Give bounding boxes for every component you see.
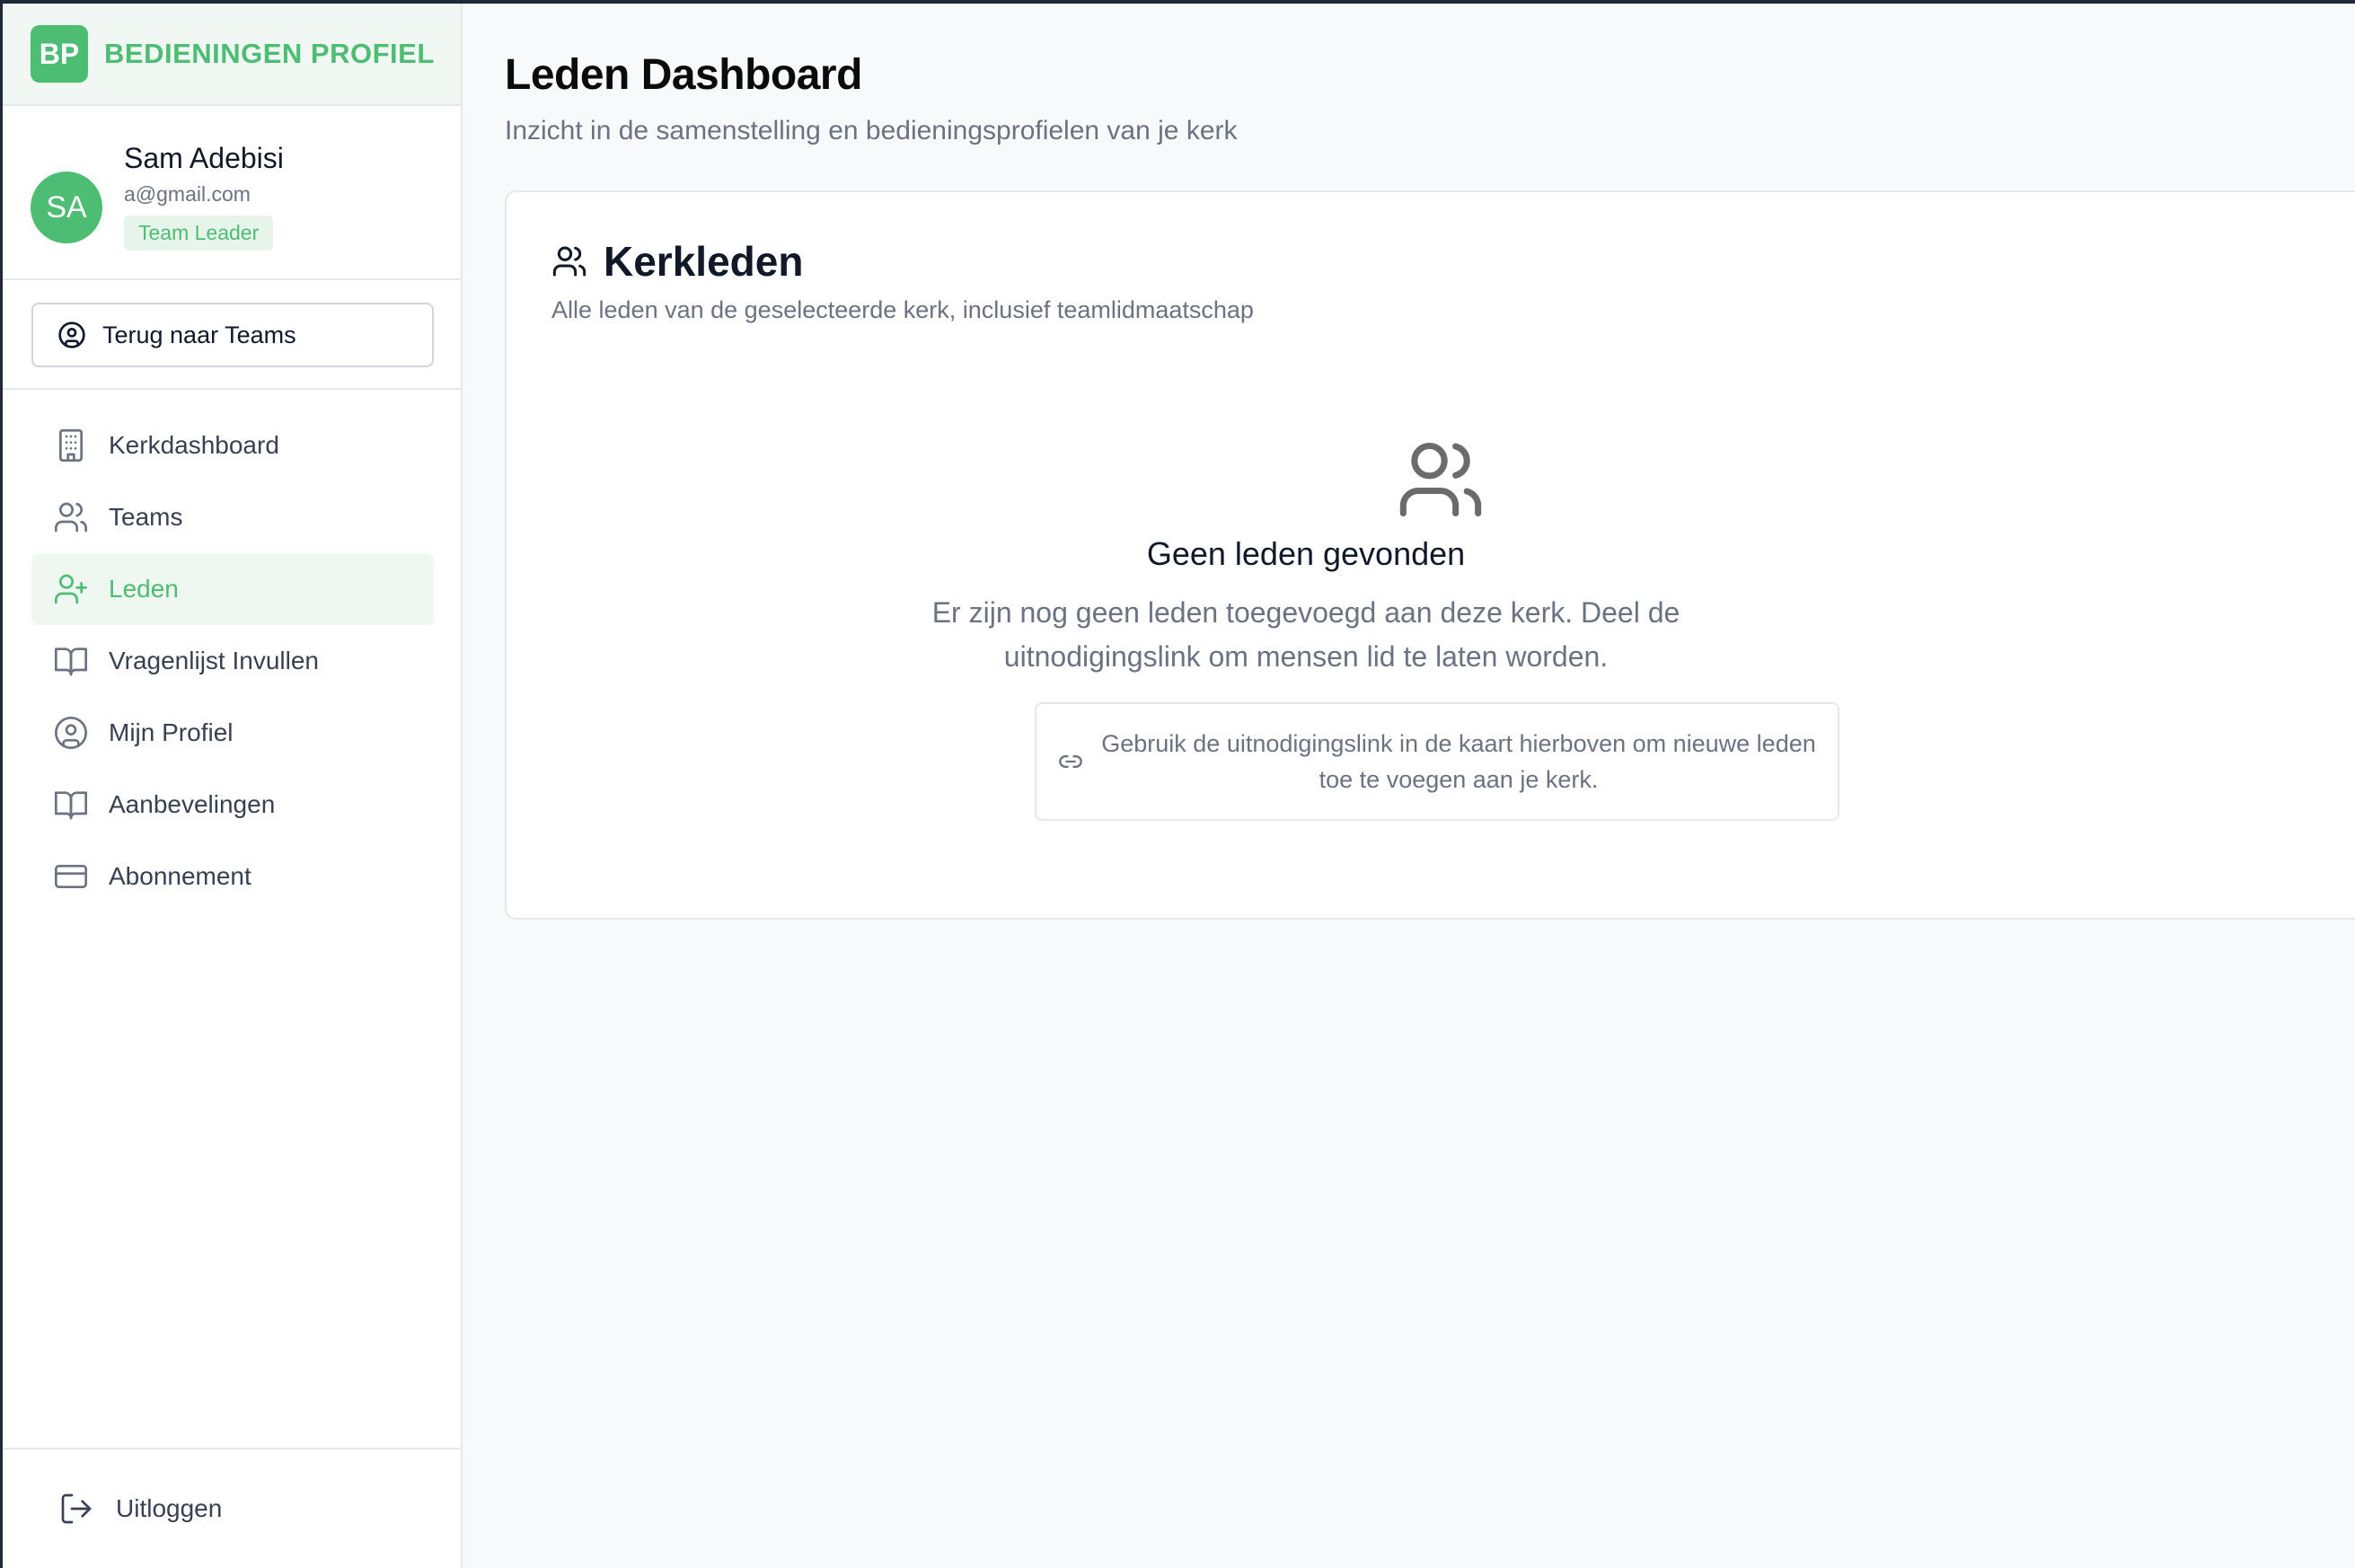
sidebar-item-aanbevelingen[interactable]: Aanbevelingen [31,769,434,841]
sidebar-item-label: Teams [109,503,183,531]
sidebar-item-label: Abonnement [109,862,251,890]
user-name: Sam Adebisi [124,142,284,174]
link-icon [1059,755,1082,768]
sidebar-item-kerkdashboard[interactable]: Kerkdashboard [31,410,434,481]
brand-logo[interactable]: BP [31,25,88,83]
sidebar-item-label: Vragenlijst Invullen [109,647,319,674]
sidebar: BP BEDIENINGEN PROFIEL SA Sam Adebisi a@… [3,4,463,1568]
building-icon [59,429,83,462]
main-content: Leden Dashboard Inzicht in de samenstell… [505,4,2355,920]
brand-header: BP BEDIENINGEN PROFIEL [3,4,461,106]
page-title: Leden Dashboard [505,51,862,99]
members-card: Kerkleden Alle leden van de geselecteerd… [505,190,2355,920]
card-subtitle: Alle leden van de geselecteerde kerk, in… [551,296,1254,323]
user-profile-card: SA Sam Adebisi a@gmail.com Team Leader [3,106,461,280]
logout-label: Uitloggen [116,1494,223,1522]
book-icon [55,791,87,820]
sidebar-item-label: Aanbevelingen [109,790,276,818]
sidebar-item-abonnement[interactable]: Abonnement [31,841,434,912]
user-email: a@gmail.com [124,182,251,206]
card-header: Kerkleden [551,237,803,286]
sidebar-item-leden[interactable]: Leden [31,553,434,625]
back-to-teams-button[interactable]: Terug naar Teams [31,303,434,367]
sidebar-item-vragenlijst[interactable]: Vragenlijst Invullen [31,625,434,697]
logout-button[interactable]: Uitloggen [58,1491,222,1527]
page-subtitle: Inzicht in de samenstelling en bediening… [505,116,1238,145]
sidebar-item-mijn-profiel[interactable]: Mijn Profiel [31,697,434,769]
user-circle-icon [55,717,87,749]
back-section: Terug naar Teams [3,280,461,390]
book-icon [55,647,87,676]
users-icon [55,502,87,533]
avatar: SA [31,172,102,243]
users-icon [552,246,587,277]
invite-hint-box: Gebruik de uitnodigingslink in de kaart … [1035,702,1839,821]
role-badge: Team Leader [124,216,274,251]
users-icon [1399,442,1482,517]
sidebar-nav: Kerkdashboard Teams Leden Vragenlijst In… [3,390,461,912]
back-to-teams-label: Terug naar Teams [102,321,296,348]
card-title: Kerkleden [604,238,804,285]
empty-state-description: Er zijn nog geen leden toegevoegd aan de… [931,596,1680,673]
sidebar-item-label: Kerkdashboard [109,431,279,459]
empty-state-title: Geen leden gevonden [1146,535,1466,572]
credit-card-icon [55,865,87,888]
user-circle-icon [58,322,85,348]
sidebar-item-label: Mijn Profiel [109,718,234,746]
sidebar-item-label: Leden [109,575,179,603]
user-plus-icon [55,574,87,604]
logout-section: Uitloggen [3,1448,461,1568]
logout-icon [61,1493,92,1524]
invite-hint-text: Gebruik de uitnodigingslink in de kaart … [1101,730,1816,793]
sidebar-item-teams[interactable]: Teams [31,481,434,553]
user-info: Sam Adebisi a@gmail.com Team Leader [124,142,284,251]
brand-name[interactable]: BEDIENINGEN PROFIEL [104,38,435,70]
